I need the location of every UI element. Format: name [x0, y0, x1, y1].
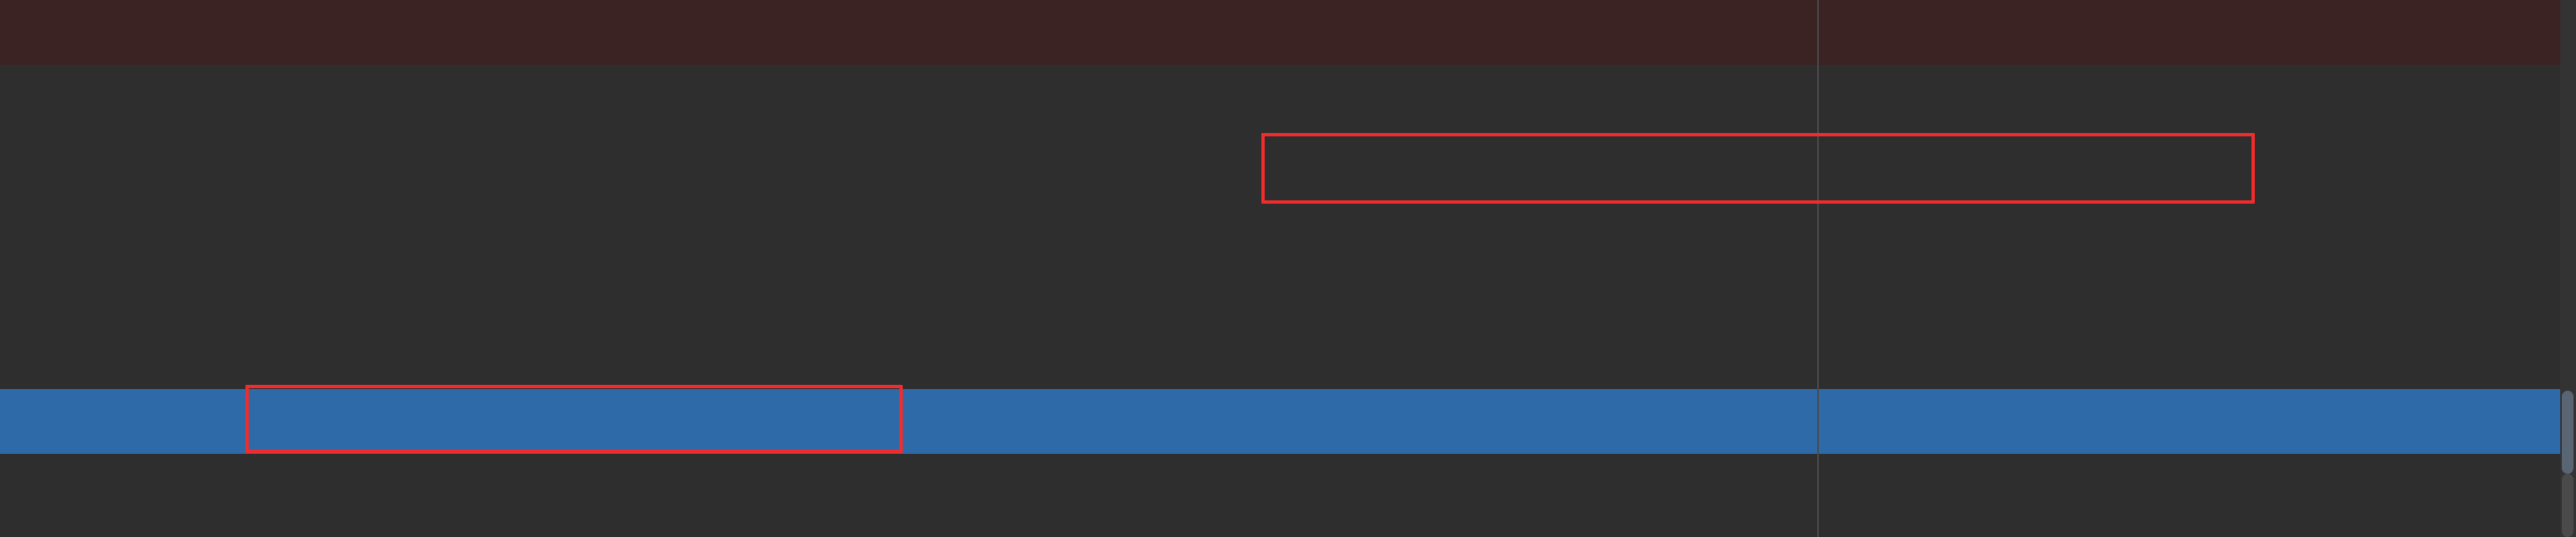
- vertical-scrollbar-track[interactable]: [2560, 0, 2576, 537]
- code-line-2[interactable]: execution) throws IOException { executio…: [0, 65, 2560, 130]
- code-surface[interactable]: l HttpRequest request, final byte[] body…: [0, 0, 2560, 537]
- vertical-scrollbar-thumb-secondary[interactable]: [2562, 474, 2574, 537]
- code-line-3[interactable]: RI(); request: InterceptingClientHttpReq…: [0, 130, 2560, 195]
- code-line-6[interactable]: t contain a valid hostname: " + original…: [0, 324, 2560, 389]
- code-line-4[interactable]: Host(); serviceName: "userservice": [0, 195, 2560, 259]
- code-line-1[interactable]: l HttpRequest request, final byte[] body…: [0, 0, 2560, 65]
- code-editor[interactable]: l HttpRequest request, final byte[] body…: [0, 0, 2576, 537]
- vertical-scrollbar-thumb[interactable]: [2562, 391, 2574, 474]
- code-line-7[interactable]: viceName, serviceName: "userservice" loa…: [0, 389, 2560, 454]
- code-line-8[interactable]: quest(request, body, execution));: [0, 454, 2560, 519]
- code-line-5[interactable]: = null,: [0, 259, 2560, 324]
